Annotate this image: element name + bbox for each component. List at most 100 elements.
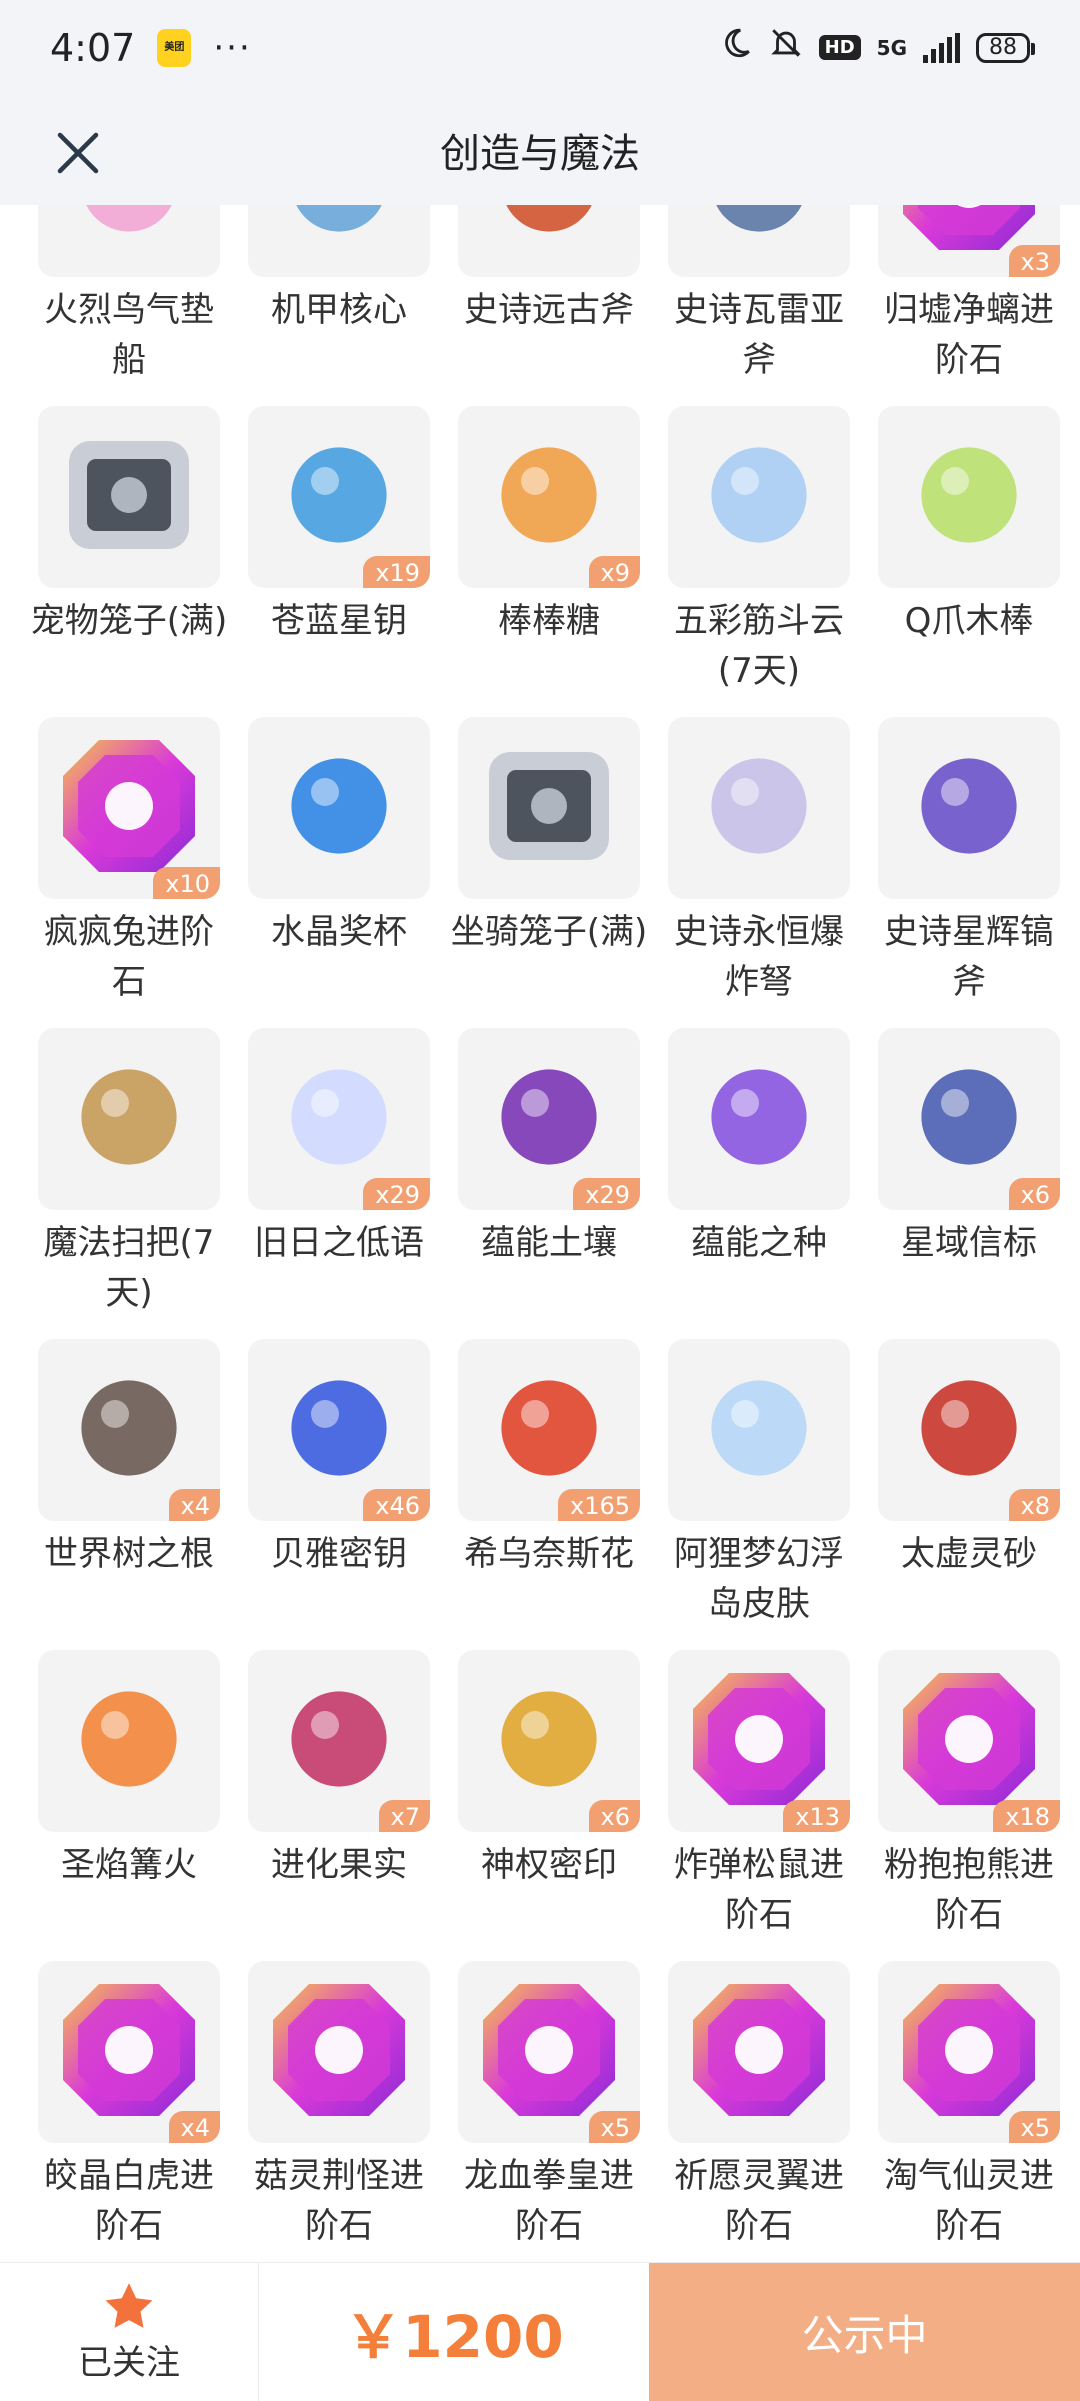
item-card[interactable]: 魔法扫把(7天) <box>24 1028 234 1339</box>
mount-cage-icon <box>474 731 624 885</box>
follow-button[interactable]: 已关注 <box>0 2263 258 2401</box>
signal-icon <box>923 32 960 63</box>
item-name: 水晶奖杯 <box>271 912 407 952</box>
crossbow-icon <box>689 736 829 880</box>
item-name: 粉抱抱熊进阶石 <box>884 1845 1054 1935</box>
item-card[interactable]: x19 苍蓝星钥 <box>234 406 444 717</box>
item-thumbnail: x4 <box>38 1339 220 1521</box>
item-thumbnail <box>38 1028 220 1210</box>
status-left: 4:07 美团 ··· <box>50 26 252 70</box>
quantity-badge: x7 <box>378 1800 430 1832</box>
moon-icon <box>719 26 753 69</box>
item-card[interactable]: x9 棒棒糖 <box>444 406 654 717</box>
item-card[interactable]: x5 淘气仙灵进阶石 <box>864 1961 1074 2262</box>
item-name: 苍蓝星钥 <box>271 601 407 641</box>
item-thumbnail: x4 <box>38 1961 220 2143</box>
gem-icon <box>894 1975 1044 2129</box>
item-card[interactable]: x29 蕴能土壤 <box>444 1028 654 1339</box>
item-grid-scroll[interactable]: 火烈鸟气垫船 机甲核心 史诗远古斧 史诗瓦雷亚斧 x3 归墟净螭进阶石宠物笼子(满) x19… <box>0 205 1080 2262</box>
item-card[interactable]: 阿狸梦幻浮岛皮肤 <box>654 1339 864 1650</box>
item-name: 魔法扫把(7天) <box>43 1223 215 1313</box>
item-name: 希乌奈斯花 <box>464 1534 634 1574</box>
page-title: 创造与魔法 <box>440 131 640 177</box>
item-thumbnail <box>878 406 1060 588</box>
item-thumbnail: x46 <box>248 1339 430 1521</box>
item-card[interactable]: x8 太虚灵砂 <box>864 1339 1074 1650</box>
item-card[interactable]: x3 归墟净螭进阶石 <box>864 205 1074 406</box>
status-button[interactable]: 公示中 <box>649 2263 1080 2401</box>
item-card[interactable]: 水晶奖杯 <box>234 717 444 1028</box>
item-thumbnail: x29 <box>248 1028 430 1210</box>
broom-icon <box>59 1047 199 1191</box>
close-button[interactable] <box>40 115 116 191</box>
item-name: 太虚灵砂 <box>901 1534 1037 1574</box>
item-card[interactable]: 圣焰篝火 <box>24 1650 234 1961</box>
item-card[interactable]: 史诗瓦雷亚斧 <box>654 205 864 406</box>
item-card[interactable]: Q爪木棒 <box>864 406 1074 717</box>
item-card[interactable]: x13 炸弹松鼠进阶石 <box>654 1650 864 1961</box>
hammer-icon <box>899 425 1039 569</box>
item-card[interactable]: 史诗星辉镐斧 <box>864 717 1074 1028</box>
quantity-badge: x6 <box>1008 1178 1060 1210</box>
item-card[interactable]: 火烈鸟气垫船 <box>24 205 234 406</box>
item-card[interactable]: 五彩筋斗云(7天) <box>654 406 864 717</box>
item-thumbnail <box>38 1650 220 1832</box>
item-card[interactable]: x4 世界树之根 <box>24 1339 234 1650</box>
item-card[interactable]: 宠物笼子(满) <box>24 406 234 717</box>
item-card[interactable]: x165 希乌奈斯花 <box>444 1339 654 1650</box>
beacon-icon <box>899 1047 1039 1191</box>
item-name: 坐骑笼子(满) <box>450 912 648 952</box>
item-card[interactable]: x6 神权密印 <box>444 1650 654 1961</box>
quantity-badge: x29 <box>363 1178 430 1210</box>
quantity-badge: x3 <box>1008 245 1060 277</box>
flower-icon <box>479 1358 619 1502</box>
item-card[interactable]: 机甲核心 <box>234 205 444 406</box>
item-thumbnail: x6 <box>458 1650 640 1832</box>
item-card[interactable]: 蕴能之种 <box>654 1028 864 1339</box>
item-name: 皎晶白虎进阶石 <box>44 2156 214 2246</box>
item-card[interactable]: x46 贝雅密钥 <box>234 1339 444 1650</box>
item-card[interactable]: x4 皎晶白虎进阶石 <box>24 1961 234 2262</box>
item-card[interactable]: x7 进化果实 <box>234 1650 444 1961</box>
quantity-badge: x9 <box>588 556 640 588</box>
item-name: 世界树之根 <box>44 1534 214 1574</box>
pickaxe-icon <box>899 736 1039 880</box>
quantity-badge: x10 <box>153 867 220 899</box>
item-thumbnail: x29 <box>458 1028 640 1210</box>
item-name: 龙血拳皇进阶石 <box>464 2156 634 2246</box>
pet-cage-icon <box>54 420 204 574</box>
item-name: 五彩筋斗云(7天) <box>674 601 844 691</box>
item-thumbnail <box>248 205 430 277</box>
item-card[interactable]: x6 星域信标 <box>864 1028 1074 1339</box>
battery-icon: 88 <box>976 32 1035 63</box>
item-thumbnail <box>248 1961 430 2143</box>
item-card[interactable]: x29 旧日之低语 <box>234 1028 444 1339</box>
item-card[interactable]: 坐骑笼子(满) <box>444 717 654 1028</box>
quantity-badge: x165 <box>557 1489 640 1521</box>
item-name: 星域信标 <box>901 1223 1037 1263</box>
item-card[interactable]: 史诗远古斧 <box>444 205 654 406</box>
item-name: 史诗星辉镐斧 <box>884 912 1054 1002</box>
status-time: 4:07 <box>50 25 136 70</box>
item-thumbnail <box>668 1339 850 1521</box>
item-thumbnail <box>38 205 220 277</box>
item-card[interactable]: 祈愿灵翼进阶石 <box>654 1961 864 2262</box>
item-name: 炸弹松鼠进阶石 <box>674 1845 844 1935</box>
mute-bell-icon <box>769 26 803 69</box>
item-card[interactable]: x5 龙血拳皇进阶石 <box>444 1961 654 2262</box>
tree-root-icon <box>59 1358 199 1502</box>
item-card[interactable]: 史诗永恒爆炸弩 <box>654 717 864 1028</box>
header: 创造与魔法 <box>0 95 1080 205</box>
item-card[interactable]: x10 疯疯兔进阶石 <box>24 717 234 1028</box>
item-name: 祈愿灵翼进阶石 <box>674 2156 844 2246</box>
item-card[interactable]: x18 粉抱抱熊进阶石 <box>864 1650 1074 1961</box>
campfire-icon <box>59 1669 199 1813</box>
item-name: 史诗永恒爆炸弩 <box>674 912 844 1002</box>
item-thumbnail: x7 <box>248 1650 430 1832</box>
cloud-icon <box>689 425 829 569</box>
item-thumbnail <box>668 1028 850 1210</box>
price: ￥1200 <box>344 2303 564 2371</box>
ancient-axe-icon <box>479 205 619 258</box>
gem-icon <box>54 731 204 885</box>
item-card[interactable]: 菇灵荆怪进阶石 <box>234 1961 444 2262</box>
